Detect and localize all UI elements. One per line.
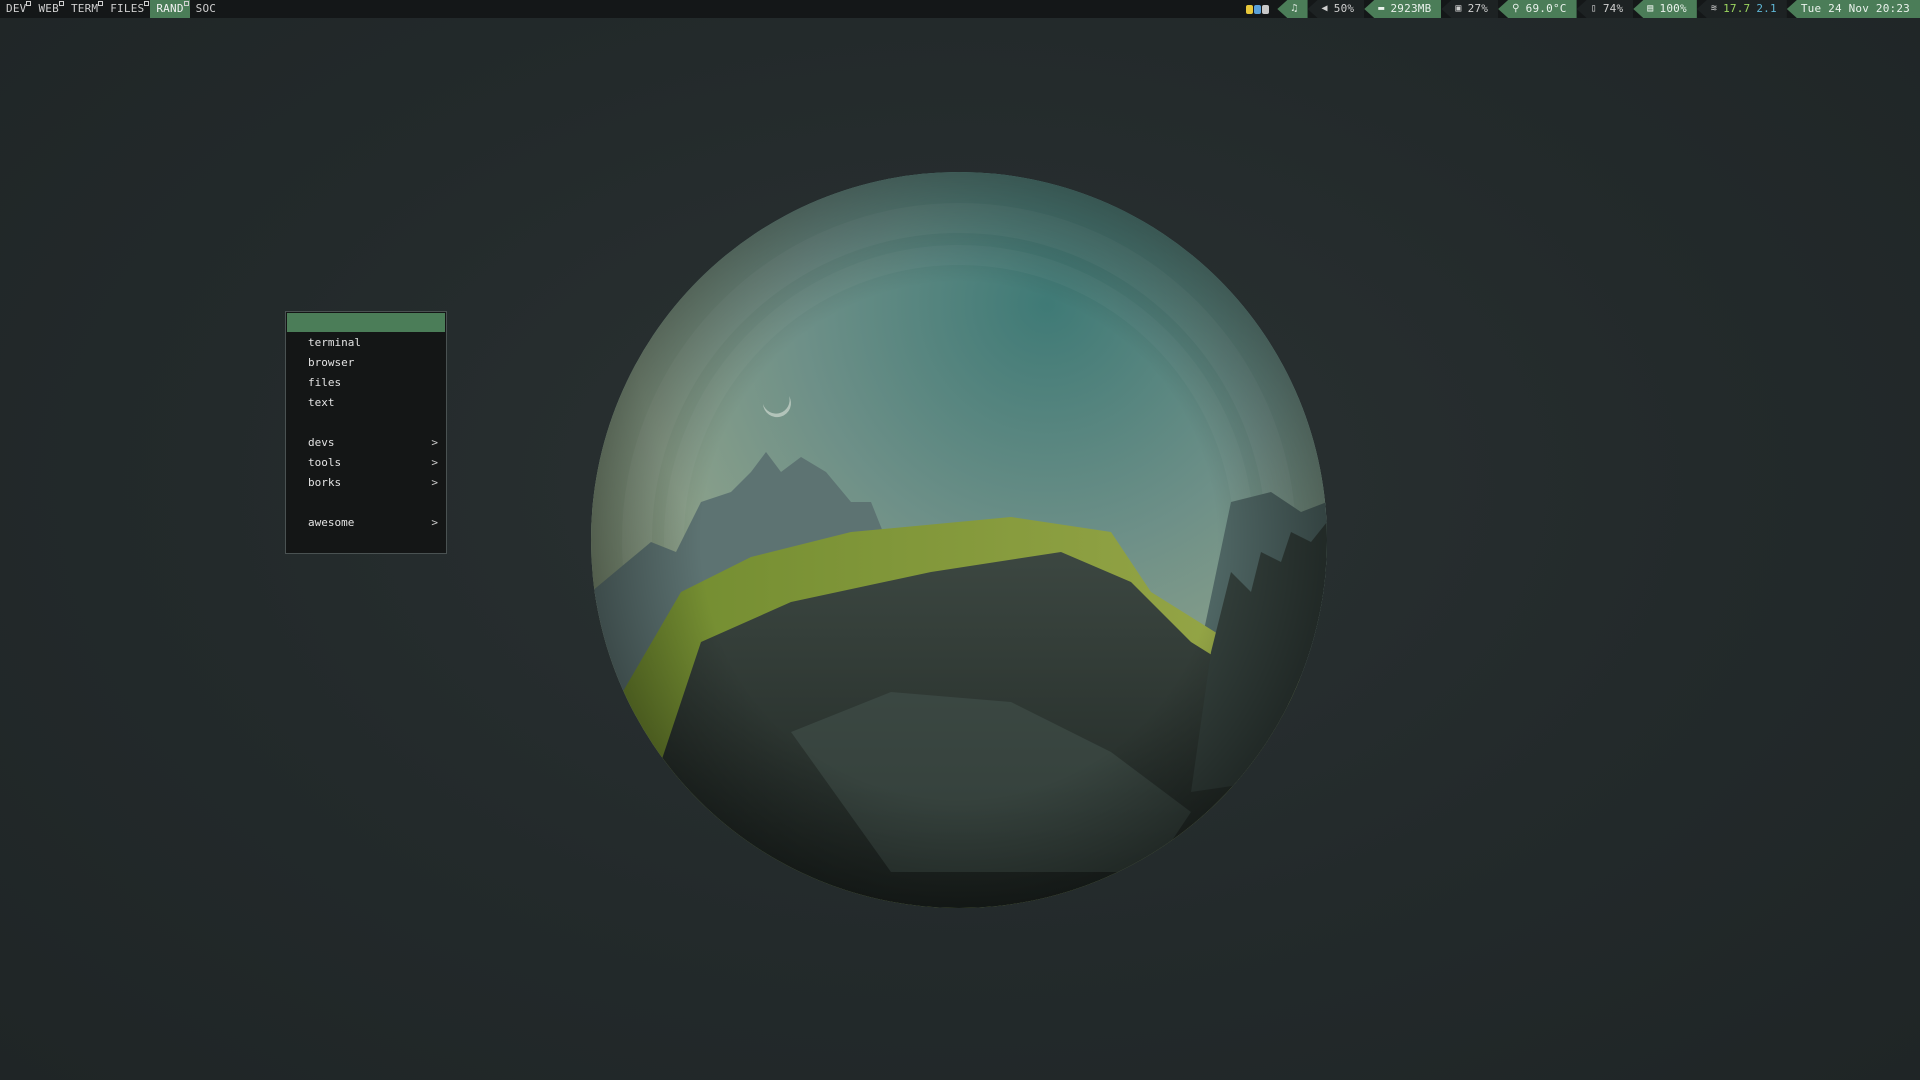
tag-occupied-indicator <box>183 1 189 6</box>
menu-item-label: terminal <box>308 336 361 349</box>
chevron-right-icon: > <box>431 516 438 529</box>
disk-widget: ▤ 100% <box>1633 0 1697 18</box>
tag-rand[interactable]: RAND <box>150 0 190 18</box>
menu-item-label: files <box>308 376 342 389</box>
clock-widget[interactable]: Tue 24 Nov 20:23 <box>1786 0 1920 18</box>
menu-item-label: awesome <box>308 516 355 529</box>
disk-value: 100% <box>1659 2 1687 15</box>
tag-occupied-indicator <box>26 1 32 6</box>
volume-widget[interactable]: ◀ 50% <box>1307 0 1365 18</box>
menu-item-label: borks <box>308 476 342 489</box>
menu-item-text[interactable]: text <box>286 393 446 413</box>
tag-label: FILES <box>110 2 145 15</box>
thermometer-icon: ⚲ <box>1512 3 1520 14</box>
temperature-widget: ⚲ 69.0°C <box>1498 0 1577 18</box>
tag-occupied-indicator <box>144 1 150 6</box>
menu-header <box>287 313 445 332</box>
mountain-landscape-image <box>591 172 1327 908</box>
menu-item-browser[interactable]: browser <box>286 353 446 373</box>
tag-label: TERM <box>70 2 99 15</box>
cpu-icon: ▣ <box>1455 3 1462 14</box>
tray-app-icon[interactable] <box>1262 4 1270 14</box>
tag-occupied-indicator <box>58 1 64 6</box>
tag-soc[interactable]: SOC <box>190 0 222 18</box>
menu-item-awesome[interactable]: awesome > <box>286 513 446 533</box>
cpu-widget: ▣ 27% <box>1441 0 1499 18</box>
menu-item-tools[interactable]: tools > <box>286 453 446 473</box>
disk-icon: ▤ <box>1647 3 1654 14</box>
battery-icon: ▯ <box>1590 3 1597 14</box>
menu-item-devs[interactable]: devs > <box>286 433 446 453</box>
music-icon: ♫ <box>1291 3 1298 14</box>
net-down-value: 2.1 <box>1756 2 1777 15</box>
menu-item-files[interactable]: files <box>286 373 446 393</box>
menu-item-terminal[interactable]: terminal <box>286 333 446 353</box>
menu-item-label: browser <box>308 356 355 369</box>
menu-item-label: text <box>308 396 335 409</box>
temperature-value: 69.0°C <box>1525 2 1567 15</box>
tag-dev[interactable]: DEV <box>0 0 32 18</box>
cpu-value: 27% <box>1467 2 1489 15</box>
status-area: ♫ ◀ 50% ▬ 2923MB ▣ 27% ⚲ 69.0°C ▯ 74% ▤ 100% ≋… <box>1246 0 1920 18</box>
menu-separator <box>286 413 446 433</box>
tray-app-icon[interactable] <box>1246 4 1254 14</box>
clock-text: Tue 24 Nov 20:23 <box>1800 2 1910 15</box>
menu-item-borks[interactable]: borks > <box>286 473 446 493</box>
chevron-right-icon: > <box>431 456 438 469</box>
tag-term[interactable]: TERM <box>65 0 104 18</box>
tag-occupied-indicator <box>98 1 104 6</box>
speaker-icon: ◀ <box>1321 3 1328 14</box>
battery-value: 74% <box>1602 2 1624 15</box>
root-menu: terminal browser files text devs > tools >… <box>285 311 447 554</box>
volume-value: 50% <box>1333 2 1355 15</box>
net-up-value: 17.7 <box>1723 2 1751 15</box>
chevron-right-icon: > <box>431 476 438 489</box>
music-widget[interactable]: ♫ <box>1277 0 1308 18</box>
wallpaper-mountain-sphere <box>591 172 1327 908</box>
memory-value: 2923MB <box>1390 2 1432 15</box>
battery-widget: ▯ 74% <box>1576 0 1634 18</box>
memory-icon: ▬ <box>1378 3 1385 14</box>
top-bar: DEV WEB TERM FILES RAND SOC ♫ ◀ 50% ▬ 2923… <box>0 0 1920 18</box>
menu-separator <box>286 493 446 513</box>
workspace-tags: DEV WEB TERM FILES RAND SOC <box>0 0 222 18</box>
tag-web[interactable]: WEB <box>32 0 64 18</box>
network-widget: ≋ 17.7 2.1 <box>1696 0 1787 18</box>
memory-widget: ▬ 2923MB <box>1364 0 1442 18</box>
menu-item-label: devs <box>308 436 335 449</box>
tray-app-icon[interactable] <box>1254 4 1262 14</box>
chevron-right-icon: > <box>431 436 438 449</box>
tag-label: DEV <box>6 2 27 15</box>
tag-label: WEB <box>38 2 59 15</box>
wifi-icon: ≋ <box>1710 3 1718 14</box>
tag-label: SOC <box>195 2 217 15</box>
tag-files[interactable]: FILES <box>104 0 150 18</box>
tag-label: RAND <box>156 2 184 15</box>
menu-item-label: tools <box>308 456 342 469</box>
system-tray <box>1246 4 1270 14</box>
